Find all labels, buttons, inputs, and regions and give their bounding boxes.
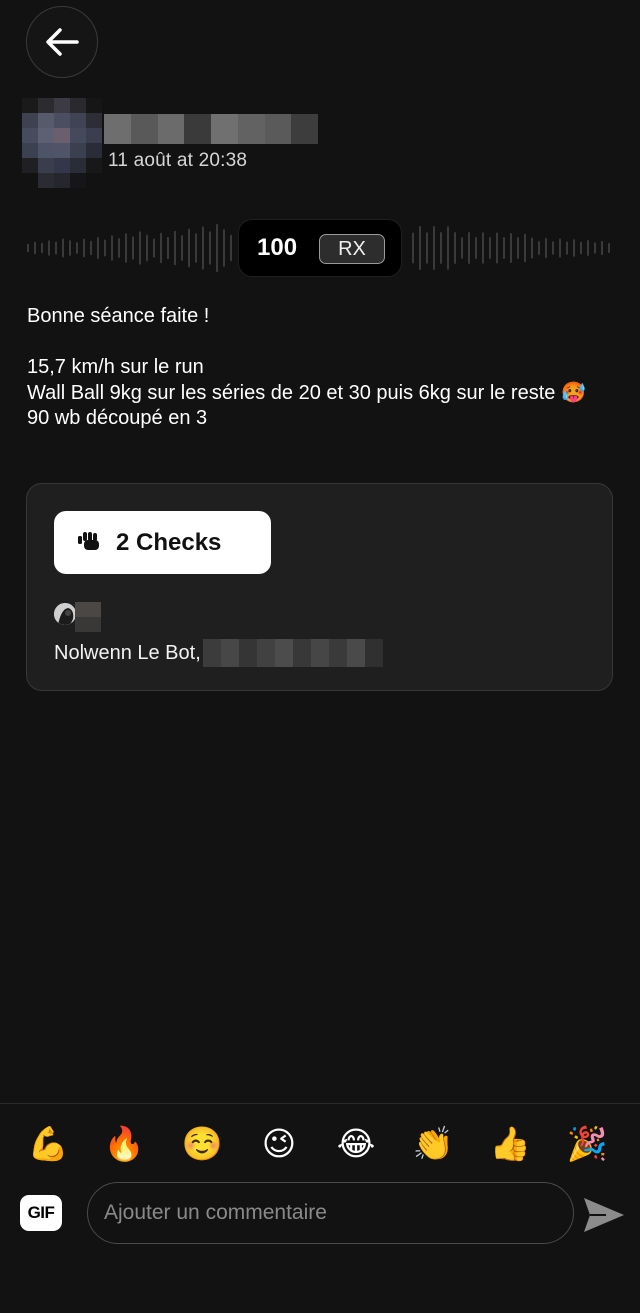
checks-card: 2 Checks Nolwenn Le Bot, bbox=[26, 483, 613, 691]
post-line-blank bbox=[27, 330, 607, 356]
post-line: 15,7 km/h sur le run bbox=[27, 356, 204, 378]
arrow-left-icon bbox=[46, 28, 79, 56]
checkers-name-redacted bbox=[202, 639, 383, 667]
post-line: Wall Ball 9kg sur les séries de 20 et 30… bbox=[27, 381, 586, 404]
post-line: Bonne séance faite ! bbox=[27, 305, 210, 327]
comment-input[interactable] bbox=[87, 1182, 574, 1244]
checks-button[interactable]: 2 Checks bbox=[54, 511, 271, 574]
post-line: 90 wb découpé en 3 bbox=[27, 407, 208, 429]
fist-bump-icon bbox=[78, 532, 99, 550]
scale-badge: RX bbox=[319, 234, 385, 264]
post-date: 11 août at 20:38 bbox=[108, 150, 248, 171]
author-avatar[interactable] bbox=[22, 98, 102, 188]
post-detail-screen: 11 août at 20:38 100 RX Bonne séance fai… bbox=[0, 0, 640, 1313]
checker-avatars[interactable] bbox=[53, 602, 133, 632]
post-author: 11 août at 20:38 bbox=[22, 98, 622, 188]
post-body: Bonne séance faite ! 15,7 km/h sur le ru… bbox=[27, 304, 607, 432]
reaction-wink[interactable]: 😉 bbox=[257, 1122, 301, 1166]
reaction-party[interactable]: 🎉 bbox=[565, 1122, 609, 1166]
reaction-smiling[interactable]: ☺️ bbox=[180, 1122, 224, 1166]
score-pill: 100 RX bbox=[238, 219, 402, 277]
reaction-laugh[interactable]: 😂 bbox=[334, 1122, 378, 1166]
reaction-thumbs-up[interactable]: 👍 bbox=[488, 1122, 532, 1166]
quick-reactions: 💪 🔥 ☺️ 😉 😂 👏 👍 🎉 bbox=[0, 1122, 640, 1166]
checkers-names[interactable]: Nolwenn Le Bot, bbox=[54, 639, 383, 667]
checkers-name-text: Nolwenn Le Bot, bbox=[54, 641, 201, 664]
reaction-clap[interactable]: 👏 bbox=[411, 1122, 455, 1166]
reaction-muscle[interactable]: 💪 bbox=[26, 1122, 70, 1166]
gif-button[interactable]: GIF bbox=[20, 1195, 62, 1231]
send-button[interactable] bbox=[582, 1195, 626, 1235]
author-name[interactable] bbox=[104, 114, 318, 144]
score-value: 100 bbox=[257, 234, 298, 261]
checks-count-label: 2 Checks bbox=[116, 529, 222, 556]
checker-avatar bbox=[75, 602, 101, 632]
checker-avatar bbox=[53, 602, 77, 626]
reaction-fire[interactable]: 🔥 bbox=[102, 1122, 146, 1166]
back-button[interactable] bbox=[26, 6, 98, 78]
comment-composer-bar: 💪 🔥 ☺️ 😉 😂 👏 👍 🎉 GIF bbox=[0, 1103, 640, 1313]
send-icon bbox=[584, 1198, 624, 1232]
